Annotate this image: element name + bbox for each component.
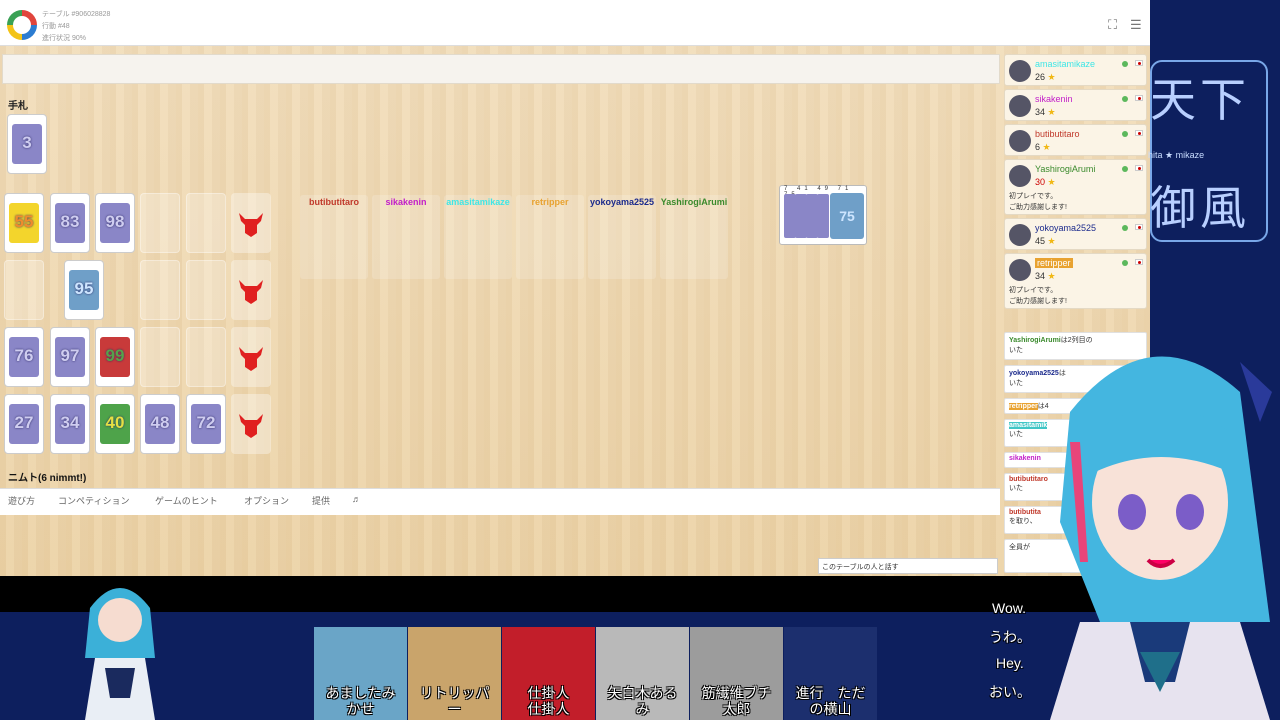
empty-slot — [186, 327, 226, 387]
player-card: sikakenin 34 ★ — [1004, 89, 1147, 121]
player-card: retripper 34 ★ 初プレイです。 ご助力感謝します! — [1004, 253, 1147, 309]
star-icon: ★ — [1047, 271, 1056, 281]
row-card: 48 — [140, 394, 180, 454]
avatar — [1009, 60, 1031, 82]
nav-competition[interactable]: コンペティション — [58, 494, 129, 507]
star-icon: ★ — [1047, 177, 1056, 187]
fullscreen-icon[interactable]: ⛶ — [1108, 17, 1117, 33]
guest-retripper: リトリッパ ー — [408, 627, 501, 720]
avatar — [1009, 130, 1031, 152]
bull-head-icon — [231, 260, 271, 320]
row-card: 40 — [95, 394, 135, 454]
played-slot-yokoyama2525: yokoyama2525 — [588, 195, 656, 279]
nav-options[interactable]: オプション — [244, 494, 289, 507]
flag-icon — [1135, 95, 1143, 101]
flag-icon — [1135, 165, 1143, 171]
row-card: 72 — [186, 394, 226, 454]
nav-game-tips[interactable]: ゲームのヒント — [155, 494, 218, 507]
small-avatar — [60, 568, 180, 720]
top-bar: テーブル #906028828 行動 #48 進行状況 90% ⛶ ☰ — [0, 0, 1150, 46]
online-icon — [1122, 225, 1128, 231]
row-card: 76 — [4, 327, 44, 387]
row-card: 98 — [95, 193, 135, 253]
move-number: 行動 #48 — [42, 23, 70, 30]
empty-slot — [186, 193, 226, 253]
row-card: 55 — [4, 193, 44, 253]
bull-head-icon — [231, 394, 271, 454]
guest-butibutitaro: 筋繊維ブチ 太郎 — [690, 627, 783, 720]
empty-slot — [140, 193, 180, 253]
online-icon — [1122, 61, 1128, 67]
hand-card[interactable]: 3 — [7, 114, 47, 174]
logo-char: 下 — [1200, 73, 1246, 127]
logo-subtitle: hita ★ mikaze — [1148, 150, 1205, 160]
played-slot-yashirogiarumi: YashirogiArumi — [660, 195, 728, 279]
star-icon: ★ — [1047, 72, 1056, 82]
progress-text: 進行状況 90% — [42, 35, 86, 42]
played-slot-butibutitaro: butibutitaro — [300, 195, 368, 279]
row-card: 99 — [95, 327, 135, 387]
game-nav-bar — [0, 488, 1000, 515]
player-card: yokoyama2525 45 ★ — [1004, 218, 1147, 250]
star-icon: ★ — [1047, 107, 1056, 117]
subtitle-line: おい。 — [989, 684, 1031, 700]
taken-card-stack: 7 41 49 71 75 75 — [779, 185, 867, 245]
avatar — [1009, 259, 1031, 281]
logo-char: 風 — [1200, 181, 1246, 235]
avatar — [1009, 224, 1031, 246]
row-card: 27 — [4, 394, 44, 454]
row-card: 34 — [50, 394, 90, 454]
guest-yashirogiarumi: 矢白木ある み — [596, 627, 689, 720]
flag-icon — [1135, 224, 1143, 230]
online-icon — [1122, 96, 1128, 102]
guest-yokoyama: 進行 ただ の横山 — [784, 627, 877, 720]
subtitle-line: うわ。 — [989, 629, 1031, 645]
avatar — [1009, 165, 1031, 187]
game-window: テーブル #906028828 行動 #48 進行状況 90% ⛶ ☰ 手札 3… — [0, 0, 1150, 576]
played-slot-retripper: retripper — [516, 195, 584, 279]
notice-bar — [2, 54, 1000, 84]
bull-head-icon — [231, 327, 271, 387]
logo-char: 天 — [1150, 73, 1196, 127]
menu-icon[interactable]: ☰ — [1130, 17, 1142, 33]
nav-how-to-play[interactable]: 遊び方 — [8, 494, 35, 507]
player-card: butibutitaro 6 ★ — [1004, 124, 1147, 156]
row-card: 83 — [50, 193, 90, 253]
table-id: テーブル #906028828 — [42, 11, 111, 18]
empty-slot — [140, 327, 180, 387]
empty-slot — [186, 260, 226, 320]
hand-title: 手札 — [8, 101, 28, 112]
guest-amasitamikaze: あましたみ かせ — [314, 627, 407, 720]
flag-icon — [1135, 60, 1143, 66]
table-chat-input[interactable]: このテーブルの人と話す — [818, 558, 998, 574]
bga-logo-icon[interactable] — [7, 10, 37, 40]
flag-icon — [1135, 259, 1143, 265]
player-card: YashirogiArumi 30 ★ 初プレイです。 ご助力感謝します! — [1004, 159, 1147, 215]
avatar — [1009, 95, 1031, 117]
music-icon[interactable]: ♬ — [352, 494, 361, 504]
star-icon: ★ — [1042, 142, 1051, 152]
logo-char: 御 — [1150, 181, 1196, 235]
played-slot-sikakenin: sikakenin — [372, 195, 440, 279]
online-icon — [1122, 260, 1128, 266]
subtitle-line: Hey. — [996, 655, 1024, 671]
nav-credits[interactable]: 提供 — [312, 494, 330, 507]
online-icon — [1122, 131, 1128, 137]
row-card: 95 — [64, 260, 104, 320]
played-slot-amasitamikaze: amasitamikaze — [444, 195, 512, 279]
player-card: amasitamikaze 26 ★ — [1004, 54, 1147, 86]
online-icon — [1122, 166, 1128, 172]
bull-head-icon — [231, 193, 271, 253]
star-icon: ★ — [1047, 236, 1056, 246]
subtitle-line: Wow. — [992, 600, 1026, 616]
empty-slot — [4, 260, 44, 320]
empty-slot — [140, 260, 180, 320]
game-title: ニムト(6 nimmt!) — [8, 473, 87, 484]
vtuber-avatar — [1040, 322, 1280, 720]
row-card: 97 — [50, 327, 90, 387]
flag-icon — [1135, 130, 1143, 136]
guest-sikakenin: 仕掛人 仕掛人 — [502, 627, 595, 720]
